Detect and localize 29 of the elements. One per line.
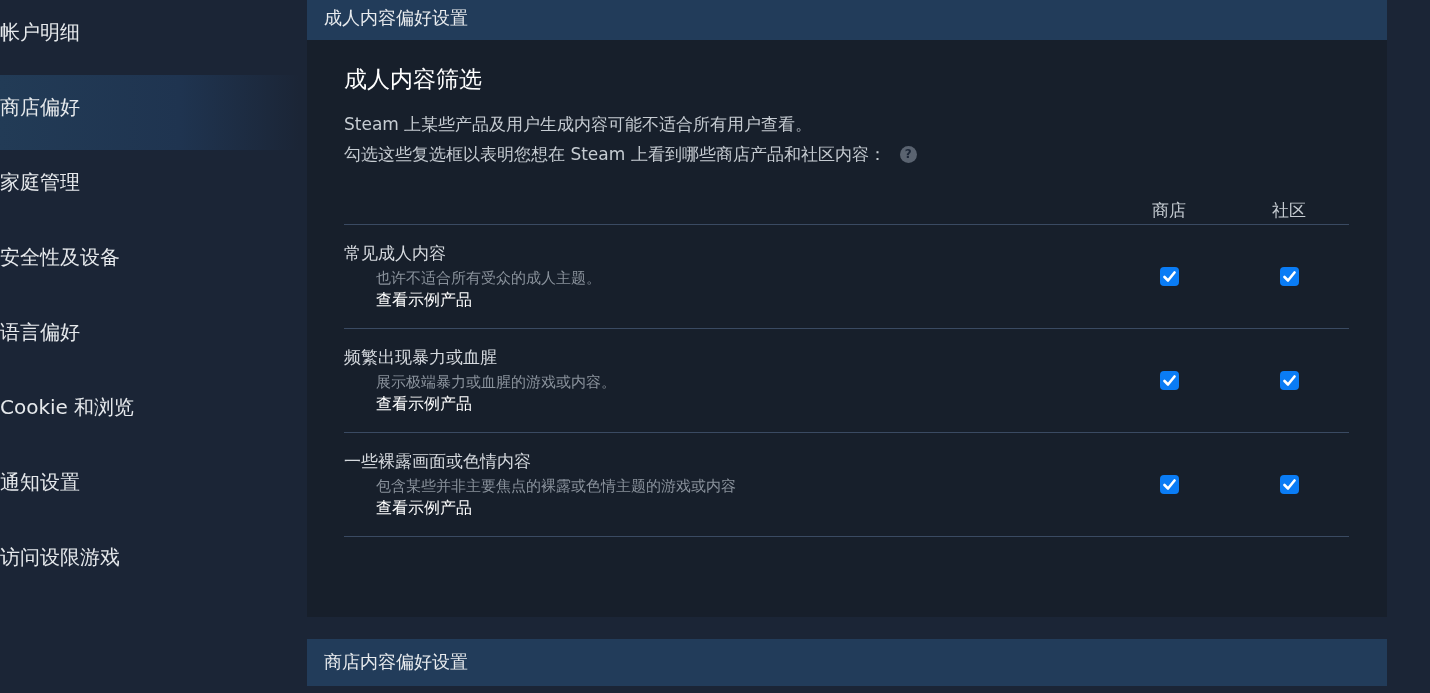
sidebar-item[interactable]: 安全性及设备 xyxy=(0,225,300,300)
category-name: 常见成人内容 xyxy=(344,242,446,265)
section-header: 成人内容偏好设置 xyxy=(307,0,1387,40)
example-link[interactable]: 查看示例产品 xyxy=(376,394,472,415)
category-name: 一些裸露画面或色情内容 xyxy=(344,450,531,473)
sidebar-item[interactable]: 访问设限游戏 xyxy=(0,525,300,600)
checkbox[interactable] xyxy=(1279,475,1299,494)
description-text: 勾选这些复选框以表明您想在 Steam 上看到哪些商店产品和社区内容： xyxy=(344,143,886,166)
checkbox[interactable] xyxy=(1159,371,1179,390)
column-header: 商店 xyxy=(1151,199,1187,222)
category-description: 包含某些并非主要焦点的裸露或色情主题的游戏或内容 xyxy=(376,477,736,496)
category-description: 也许不适合所有受众的成人主题。 xyxy=(376,269,601,288)
sidebar-item[interactable]: 语言偏好 xyxy=(0,300,300,375)
checkbox[interactable] xyxy=(1279,267,1299,286)
section-title: 成人内容筛选 xyxy=(344,65,483,94)
sidebar-item[interactable]: 通知设置 xyxy=(0,450,300,525)
description-text: Steam 上某些产品及用户生成内容可能不适合所有用户查看。 xyxy=(344,113,813,136)
checkbox[interactable] xyxy=(1159,475,1179,494)
checkbox[interactable] xyxy=(1279,371,1299,390)
section-header: 商店内容偏好设置 xyxy=(307,639,1387,686)
category-description: 展示极端暴力或血腥的游戏或内容。 xyxy=(376,373,616,392)
column-header: 社区 xyxy=(1271,199,1307,222)
example-link[interactable]: 查看示例产品 xyxy=(376,290,472,311)
sidebar-item[interactable]: Cookie 和浏览 xyxy=(0,375,300,450)
checkbox[interactable] xyxy=(1159,267,1179,286)
sidebar-item[interactable]: 帐户明细 xyxy=(0,0,300,75)
sidebar-item[interactable]: 家庭管理 xyxy=(0,150,300,225)
example-link[interactable]: 查看示例产品 xyxy=(376,498,472,519)
category-name: 频繁出现暴力或血腥 xyxy=(344,346,497,369)
